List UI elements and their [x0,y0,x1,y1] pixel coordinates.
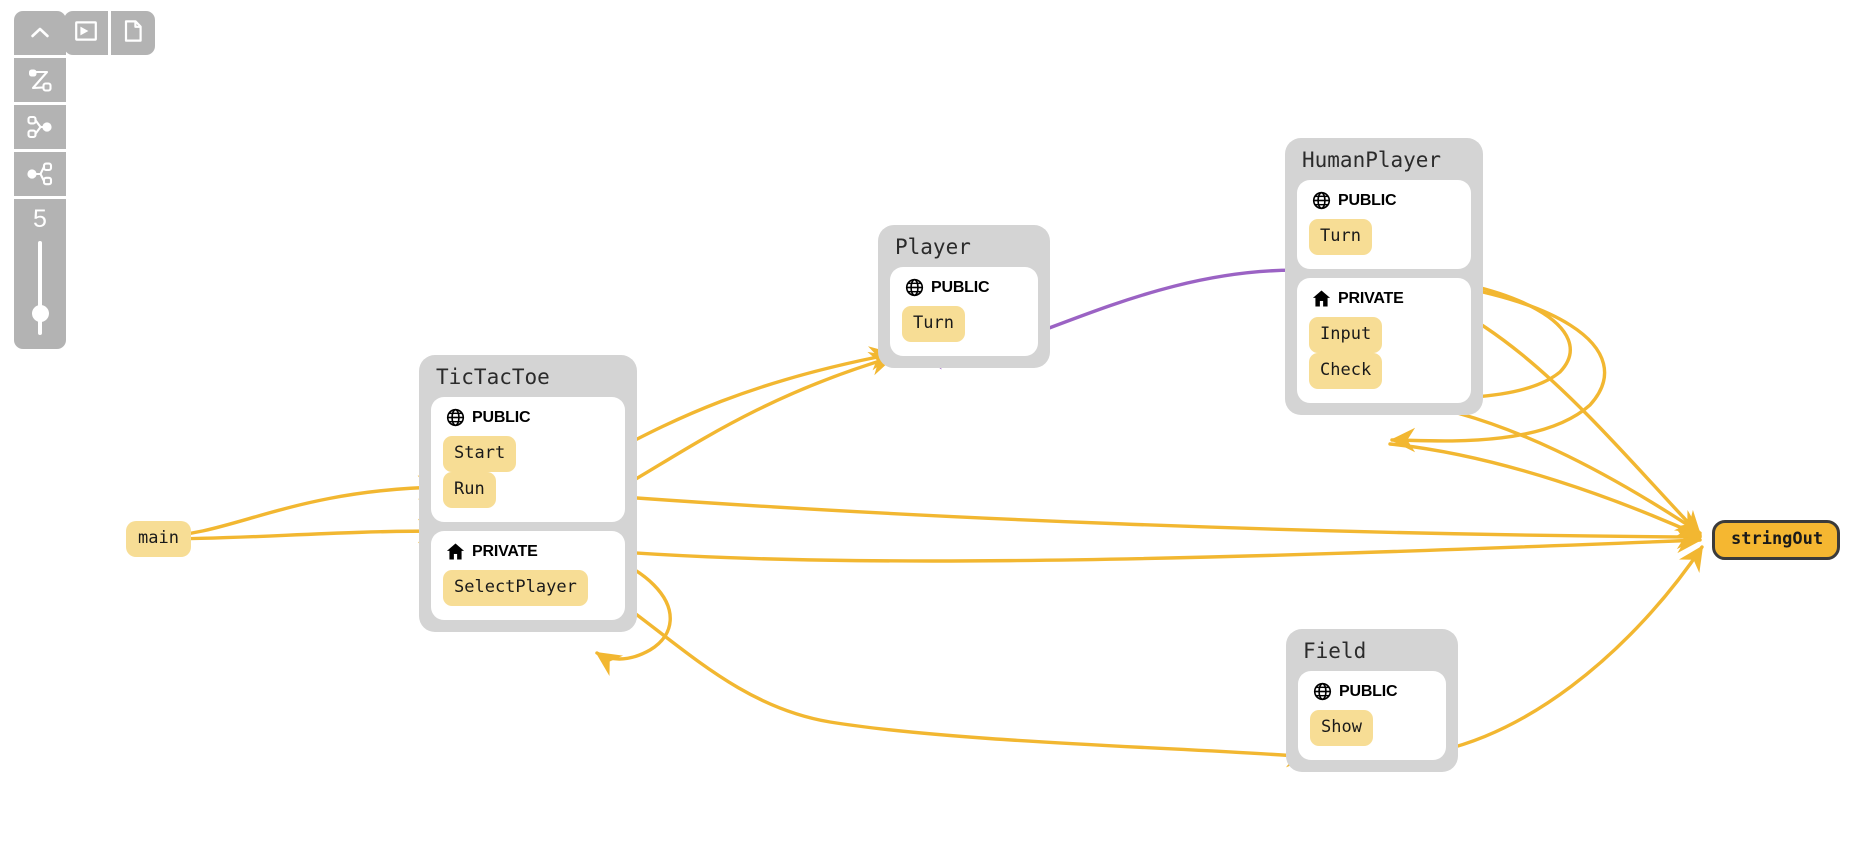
member-selectplayer[interactable]: SelectPlayer [443,570,588,607]
house-icon [446,542,465,561]
section-private: PRIVATE SelectPlayer [431,531,625,621]
member-turn[interactable]: Turn [1309,219,1372,256]
section-label: PUBLIC [931,278,990,296]
graph-layout-button[interactable] [14,58,66,102]
tree-expand-icon [26,113,54,141]
group-title: Field [1303,639,1367,663]
section-public: PUBLIC Show [1298,671,1446,761]
group-player[interactable]: Player PUBLIC Turn [878,225,1050,369]
member-row: Turn [1309,219,1459,256]
section-label: PUBLIC [1338,191,1397,209]
edge-layer [158,268,1704,768]
globe-icon [905,278,924,297]
terminal-button[interactable] [64,11,108,55]
share-nodes-icon [26,160,54,188]
node-stringout[interactable]: stringOut [1712,520,1841,560]
globe-icon [1313,682,1332,701]
globe-icon [446,408,465,427]
group-field[interactable]: Field PUBLIC Show [1286,629,1458,773]
zoom-slider-thumb[interactable] [31,304,49,322]
group-title: TicTacToe [436,365,550,389]
node-link-layout-icon [26,66,54,94]
member-row: Show [1310,710,1434,747]
section-label: PUBLIC [1339,682,1398,700]
member-row: Input [1309,317,1459,354]
section-public: PUBLIC Turn [1297,180,1471,270]
member-check[interactable]: Check [1309,353,1383,390]
section-label: PRIVATE [472,542,538,560]
section-public: PUBLIC Turn [890,267,1038,357]
group-title: HumanPlayer [1302,148,1442,172]
member-row: Start [443,436,613,473]
node-main[interactable]: main [126,521,191,557]
group-tictactoe[interactable]: TicTacToe PUBLIC Start Run PRIVATE Selec… [419,355,637,633]
section-header-private: PRIVATE [1309,289,1459,308]
group-title: Player [895,235,971,259]
section-header-public: PUBLIC [1309,191,1459,210]
globe-icon [1312,191,1331,210]
zoom-level-value: 5 [33,205,47,233]
share-graph-button[interactable] [14,152,66,196]
section-label: PUBLIC [472,408,531,426]
section-public: PUBLIC Start Run [431,397,625,523]
document-icon [120,18,146,48]
section-label: PRIVATE [1338,289,1404,307]
zoom-slider[interactable]: 5 [14,199,66,349]
expand-tree-button[interactable] [14,105,66,149]
graph-canvas[interactable]: TicTacToe PUBLIC Start Run PRIVATE Selec… [0,0,1852,846]
chevron-up-icon [27,20,53,46]
member-input[interactable]: Input [1309,317,1383,354]
member-row: Run [443,472,613,509]
left-toolbar: 5 [14,11,66,349]
house-icon [1312,289,1331,308]
section-header-public: PUBLIC [1310,682,1434,701]
terminal-icon [73,18,99,48]
member-start[interactable]: Start [443,436,517,473]
section-header-private: PRIVATE [443,542,613,561]
member-row: SelectPlayer [443,570,613,607]
section-header-public: PUBLIC [443,408,613,427]
section-header-public: PUBLIC [902,278,1026,297]
group-humanplayer[interactable]: HumanPlayer PUBLIC Turn PRIVATE Input Ch… [1285,138,1483,416]
top-toolbar [64,11,155,55]
document-button[interactable] [111,11,155,55]
section-private: PRIVATE Input Check [1297,278,1471,404]
member-show[interactable]: Show [1310,710,1373,747]
zoom-slider-track[interactable] [31,241,49,335]
member-turn[interactable]: Turn [902,306,965,343]
collapse-panel-button[interactable] [14,11,66,55]
member-row: Turn [902,306,1026,343]
member-row: Check [1309,353,1459,390]
member-run[interactable]: Run [443,472,496,509]
